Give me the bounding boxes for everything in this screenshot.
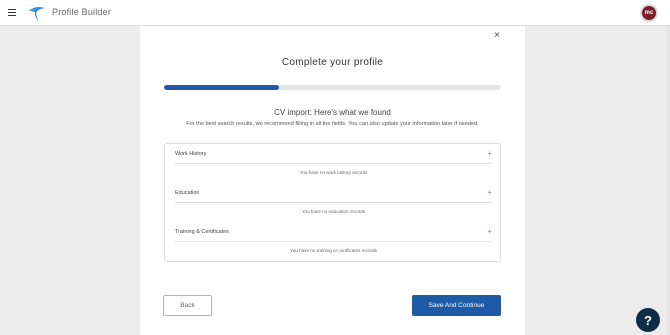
profile-dialog: × Complete your profile CV import: Here'… <box>140 26 525 335</box>
menu-icon[interactable] <box>8 9 16 16</box>
cv-import-heading: CV import: Here's what we found <box>274 108 391 117</box>
scrollbar[interactable] <box>666 26 670 335</box>
section-work-history-header[interactable]: Work History + <box>175 144 492 164</box>
section-title: Education <box>175 189 200 196</box>
empty-state-text: You have no work history records <box>299 170 368 175</box>
cv-import-description: For the best search results, we recommen… <box>186 121 479 127</box>
progress-bar <box>164 85 501 90</box>
section-education-header[interactable]: Education + <box>175 183 492 203</box>
close-icon[interactable]: × <box>492 31 502 41</box>
dialog-title: Complete your profile <box>281 57 384 68</box>
section-title: Training & Certificates <box>175 228 229 235</box>
add-icon[interactable]: + <box>487 149 492 158</box>
top-bar: Profile Builder mc <box>0 0 670 26</box>
help-button[interactable]: ? <box>636 308 660 332</box>
section-education: Education + You have no education record… <box>175 183 492 214</box>
section-title: Work History <box>175 150 207 157</box>
section-training-header[interactable]: Training & Certificates + <box>175 222 492 242</box>
empty-state-text: You have no education records <box>301 209 366 214</box>
empty-state-text: You have no training or certificates rec… <box>290 248 377 253</box>
app-title: Profile Builder <box>52 7 112 17</box>
progress-bar-fill <box>164 85 279 90</box>
add-icon[interactable]: + <box>487 188 492 197</box>
app-logo-icon <box>29 7 45 21</box>
add-icon[interactable]: + <box>487 227 492 236</box>
avatar[interactable]: mc <box>640 4 658 22</box>
section-work-history: Work History + You have no work history … <box>175 144 492 175</box>
cv-sections-panel: Work History + You have no work history … <box>164 143 501 262</box>
save-and-continue-button[interactable]: Save And Continue <box>412 295 501 316</box>
back-button[interactable]: Back <box>163 295 212 316</box>
section-training-certificates: Training & Certificates + You have no tr… <box>175 222 492 253</box>
